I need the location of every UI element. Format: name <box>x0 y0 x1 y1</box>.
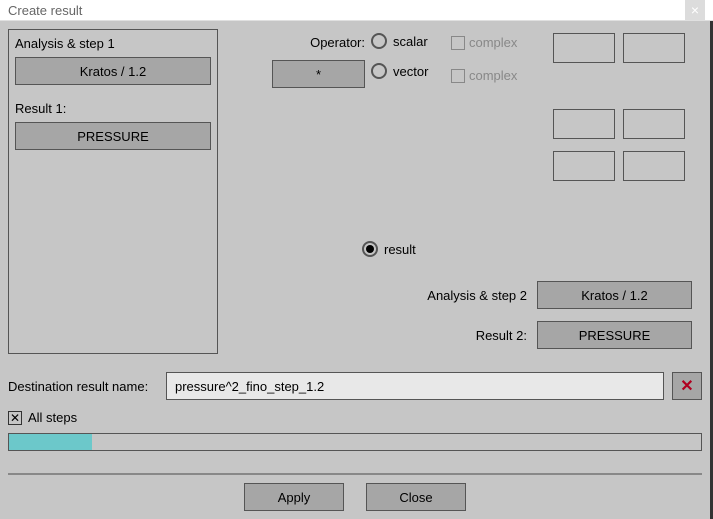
analysis-step-2-label: Analysis & step 2 <box>427 288 527 303</box>
result-radio[interactable] <box>362 241 378 257</box>
operator-button[interactable]: * <box>272 60 365 88</box>
scalar-radio-label: scalar <box>393 34 428 49</box>
operator-label: Operator: <box>310 35 365 50</box>
scalar-radio[interactable] <box>371 33 387 49</box>
box-3b[interactable] <box>623 151 685 181</box>
box-1b[interactable] <box>623 33 685 63</box>
result-2-button[interactable]: PRESSURE <box>537 321 692 349</box>
box-3a[interactable] <box>553 151 615 181</box>
box-2a[interactable] <box>553 109 615 139</box>
box-1a[interactable] <box>553 33 615 63</box>
analysis-step-1-button[interactable]: Kratos / 1.2 <box>15 57 211 85</box>
result-radio-label: result <box>384 242 416 257</box>
vector-radio-label: vector <box>393 64 428 79</box>
box-2b[interactable] <box>623 109 685 139</box>
all-steps-label: All steps <box>28 410 77 425</box>
titlebar: Create result × <box>0 0 713 21</box>
close-button[interactable]: Close <box>366 483 466 511</box>
analysis-step-1-label: Analysis & step 1 <box>15 36 211 51</box>
complex-vector-label: complex <box>469 68 517 83</box>
complex-scalar-label: complex <box>469 35 517 50</box>
complex-vector-checkbox <box>451 69 465 83</box>
analysis-step-2-button[interactable]: Kratos / 1.2 <box>537 281 692 309</box>
analysis-step-1-panel: Analysis & step 1 Kratos / 1.2 Result 1:… <box>8 29 218 354</box>
progress-bar <box>8 433 702 451</box>
destination-name-label: Destination result name: <box>8 379 158 394</box>
divider <box>8 473 702 475</box>
result-1-button[interactable]: PRESSURE <box>15 122 211 150</box>
progress-fill <box>9 434 92 450</box>
clear-destination-button[interactable]: ✕ <box>672 372 702 400</box>
result-1-label: Result 1: <box>15 101 211 116</box>
vector-radio[interactable] <box>371 63 387 79</box>
window-title: Create result <box>8 3 82 18</box>
result-2-label: Result 2: <box>476 328 527 343</box>
apply-button[interactable]: Apply <box>244 483 344 511</box>
complex-scalar-checkbox <box>451 36 465 50</box>
all-steps-checkbox[interactable]: ✕ <box>8 411 22 425</box>
destination-name-input[interactable] <box>166 372 664 400</box>
window-close-button[interactable]: × <box>685 0 705 20</box>
